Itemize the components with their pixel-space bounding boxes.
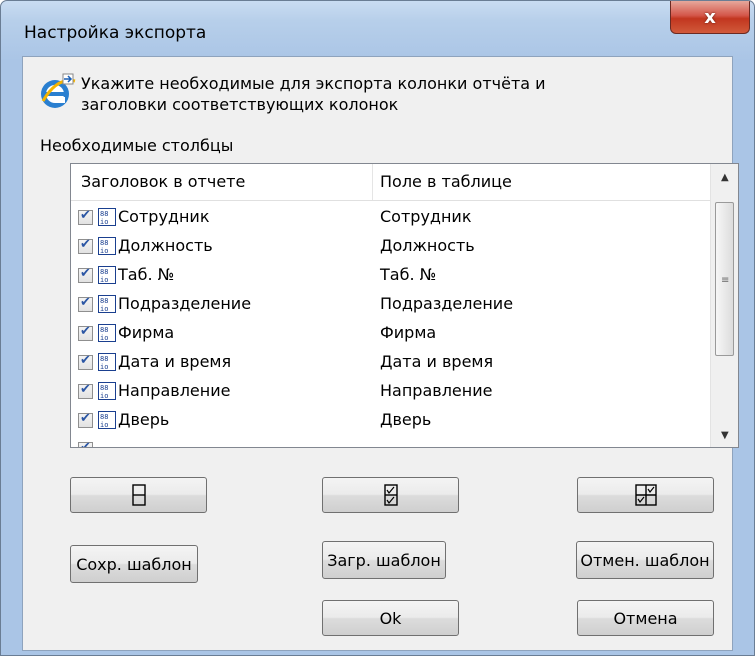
svg-text:io: io <box>100 334 108 342</box>
svg-text:88: 88 <box>100 297 108 305</box>
cancel-template-button[interactable]: Отмен. шаблон <box>576 541 714 579</box>
row-report-title: Дата и время <box>118 352 232 371</box>
field-icon: 88io <box>98 295 116 313</box>
group-label: Необходимые столбцы <box>40 136 234 155</box>
row-report-title: Таб. № <box>118 265 175 284</box>
close-icon: x <box>704 6 716 28</box>
row-report-title: Подразделение <box>118 294 252 313</box>
invert-selection-button[interactable] <box>577 477 714 513</box>
column-header-report-title[interactable]: Заголовок в отчете <box>81 172 245 191</box>
row-table-field: Дверь <box>380 410 432 429</box>
scroll-up-arrow-icon[interactable]: ▲ <box>721 172 729 183</box>
cancel-button[interactable]: Отмена <box>577 600 714 636</box>
column-header-table-field[interactable]: Поле в таблице <box>380 172 512 191</box>
list-row[interactable]: 88io Фирма Фирма <box>71 321 710 350</box>
row-checkbox[interactable] <box>78 266 93 283</box>
svg-text:88: 88 <box>100 413 108 421</box>
select-none-button[interactable] <box>70 477 207 513</box>
columns-list[interactable]: Заголовок в отчете Поле в таблице 88io С… <box>70 163 739 448</box>
svg-text:88: 88 <box>100 326 108 334</box>
column-divider[interactable] <box>372 164 373 200</box>
row-report-title: Направление <box>118 381 231 400</box>
column-empty-icon <box>131 484 146 506</box>
row-checkbox[interactable] <box>78 208 93 225</box>
instruction-text: Укажите необходимые для экспорта колонки… <box>81 74 546 114</box>
row-report-title: Сотрудник <box>118 207 210 226</box>
row-table-field: Сотрудник <box>380 207 472 226</box>
row-checkbox[interactable] <box>78 237 93 254</box>
row-report-title: Дверь <box>118 410 170 429</box>
svg-text:88: 88 <box>100 384 108 392</box>
row-table-field: Таб. № <box>380 265 437 284</box>
field-icon: 88io <box>98 237 116 255</box>
export-settings-window: Настройка экспорта x Укажите необходимые… <box>0 0 755 656</box>
row-report-title: Фирма <box>118 323 175 342</box>
field-icon: 88io <box>98 324 116 342</box>
svg-text:88: 88 <box>100 355 108 363</box>
list-header: Заголовок в отчете Поле в таблице <box>71 164 710 201</box>
svg-text:io: io <box>100 305 108 313</box>
grid-toggle-icon <box>634 484 657 506</box>
field-icon: 88io <box>98 382 116 400</box>
scroll-down-arrow-icon[interactable]: ▼ <box>721 430 729 441</box>
list-row[interactable]: 88io Подразделение Подразделение <box>71 292 710 321</box>
row-table-field: Дата и время <box>380 352 494 371</box>
list-row[interactable]: 88io Направление Направление <box>71 379 710 408</box>
list-row[interactable]: 88io Дверь Дверь <box>71 408 710 437</box>
column-checked-icon <box>383 484 398 506</box>
close-button[interactable]: x <box>670 1 750 34</box>
svg-text:88: 88 <box>100 210 108 218</box>
list-row-partial[interactable] <box>71 437 710 447</box>
save-template-button[interactable]: Сохр. шаблон <box>70 545 198 583</box>
window-title: Настройка экспорта <box>24 23 207 43</box>
row-checkbox[interactable] <box>78 382 93 399</box>
list-row[interactable]: 88io Сотрудник Сотрудник <box>71 205 710 234</box>
svg-text:io: io <box>100 421 108 429</box>
svg-text:io: io <box>100 276 108 284</box>
row-table-field: Направление <box>380 381 493 400</box>
list-row[interactable]: 88io Таб. № Таб. № <box>71 263 710 292</box>
scroll-grip-icon: ≡ <box>721 275 730 286</box>
field-icon: 88io <box>98 353 116 371</box>
field-icon: 88io <box>98 411 116 429</box>
svg-text:io: io <box>100 218 108 226</box>
list-row[interactable]: 88io Должность Должность <box>71 234 710 263</box>
load-template-button[interactable]: Загр. шаблон <box>322 541 446 579</box>
list-row[interactable]: 88io Дата и время Дата и время <box>71 350 710 379</box>
svg-text:88: 88 <box>100 268 108 276</box>
vertical-scrollbar[interactable]: ▲ ≡ ▼ <box>710 164 738 447</box>
row-report-title: Должность <box>118 236 213 255</box>
svg-text:io: io <box>100 392 108 400</box>
row-checkbox[interactable] <box>78 295 93 312</box>
dialog-body: Укажите необходимые для экспорта колонки… <box>22 56 739 651</box>
ie-export-icon <box>37 71 77 111</box>
field-icon: 88io <box>98 208 116 226</box>
row-checkbox[interactable] <box>78 440 93 447</box>
row-checkbox[interactable] <box>78 324 93 341</box>
svg-text:io: io <box>100 363 108 371</box>
svg-text:io: io <box>100 247 108 255</box>
row-checkbox[interactable] <box>78 353 93 370</box>
row-table-field: Подразделение <box>380 294 514 313</box>
row-table-field: Должность <box>380 236 475 255</box>
scroll-thumb[interactable]: ≡ <box>715 202 734 356</box>
svg-text:88: 88 <box>100 239 108 247</box>
select-all-button[interactable] <box>322 477 459 513</box>
row-table-field: Фирма <box>380 323 437 342</box>
row-checkbox[interactable] <box>78 411 93 428</box>
field-icon: 88io <box>98 266 116 284</box>
title-bar[interactable]: Настройка экспорта x <box>1 1 754 56</box>
ok-button[interactable]: Ok <box>322 600 459 636</box>
